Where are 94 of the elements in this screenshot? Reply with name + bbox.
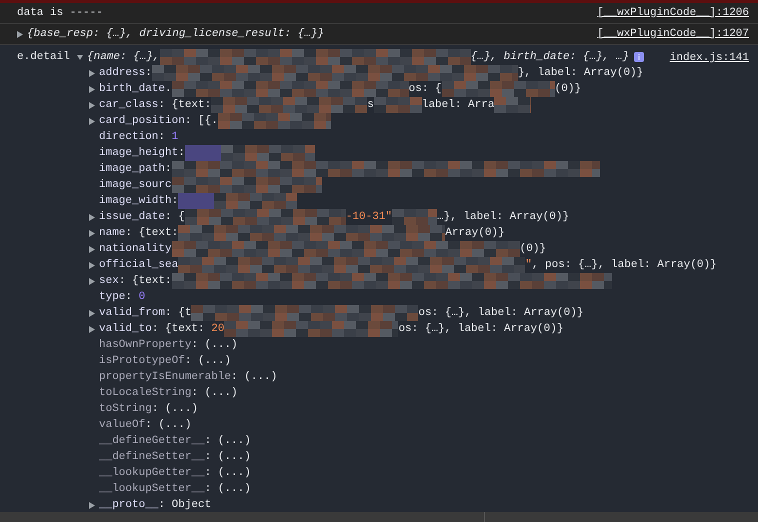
value-text: label: Arra — [422, 98, 494, 113]
property-key[interactable]: hasOwnProperty — [99, 336, 192, 354]
log-message: data is ----- — [17, 6, 103, 21]
property-key[interactable]: sex — [99, 272, 119, 290]
value-text: : (...) — [231, 370, 278, 385]
value-text: : (...) — [204, 482, 251, 497]
property-key[interactable]: __defineGetter__ — [99, 432, 205, 450]
value-text: (0)} — [554, 82, 582, 97]
property-key[interactable]: birth_date — [99, 80, 166, 98]
source-link[interactable]: [__wxPluginCode__]:1206 — [597, 4, 749, 22]
value-text: : (...) — [204, 466, 251, 481]
property-key[interactable]: issue_date — [99, 208, 166, 226]
value-text: Array(0)} — [445, 226, 505, 241]
value-text: 0 — [138, 290, 146, 305]
expand-triangle-icon[interactable] — [89, 118, 95, 124]
value-text: {name: {…}, — [87, 50, 160, 65]
expression-label: e.detail — [17, 51, 70, 63]
property-key[interactable]: image_sourc — [99, 176, 172, 194]
info-icon[interactable] — [634, 52, 644, 62]
value-text: , pos: {…}, label: Array(0)} — [532, 258, 717, 273]
expand-triangle-icon[interactable] — [89, 246, 95, 252]
property-key[interactable]: __defineSetter__ — [99, 448, 205, 466]
property-key[interactable]: nationality — [99, 240, 172, 258]
value-text: os: {…}, label: Array(0)} — [418, 306, 584, 321]
expand-triangle-icon[interactable] — [89, 214, 95, 220]
expand-triangle-icon[interactable] — [89, 102, 95, 108]
expand-triangle-icon[interactable] — [89, 278, 95, 284]
value-text: : (...) — [184, 354, 232, 369]
expand-triangle-icon[interactable] — [89, 502, 95, 508]
value-text: (0)} — [520, 242, 546, 257]
value-text: : {text: — [118, 274, 172, 289]
value-text: -10-31" — [346, 210, 392, 225]
value-text: : (...) — [191, 338, 238, 353]
property-key[interactable]: toLocaleString — [99, 384, 192, 402]
value-text: : (...) — [191, 386, 238, 401]
source-link[interactable]: index.js:141 — [670, 50, 749, 66]
collapse-triangle-icon[interactable] — [77, 54, 83, 60]
property-key[interactable]: __proto__ — [99, 496, 158, 514]
value-text: : {t — [165, 306, 192, 321]
property-key[interactable]: card_position — [99, 112, 185, 130]
property-key[interactable]: image_height — [99, 144, 178, 162]
property-key[interactable]: __lookupGetter__ — [99, 464, 205, 482]
value-text: " — [525, 258, 532, 273]
value-text: }, label: Array(0)} — [518, 66, 644, 81]
value-text: : [{. — [184, 114, 218, 129]
value-text: Object — [172, 498, 212, 513]
expand-triangle-icon[interactable] — [17, 30, 23, 38]
expand-triangle-icon[interactable] — [89, 86, 95, 92]
property-key[interactable]: valid_from — [99, 304, 166, 322]
value-text: : (...) — [152, 402, 198, 417]
property-key[interactable]: name — [99, 224, 126, 242]
source-link[interactable]: [__wxPluginCode__]:1207 — [597, 26, 749, 42]
property-key[interactable]: official_sea — [99, 256, 178, 274]
object-preview[interactable]: {base_resp: {…}, driving_license_result: {…}} — [27, 26, 324, 42]
value-text: os: {…}, label: Array(0)} — [398, 322, 564, 337]
value-text: : { — [165, 210, 185, 225]
value-text: : — [165, 162, 172, 177]
value-text: . — [165, 82, 172, 97]
value-text: : — [178, 146, 185, 161]
value-text: : — [125, 290, 134, 305]
value-text: : {text: — [158, 98, 212, 113]
value-text: : — [172, 194, 178, 209]
property-key[interactable]: direction — [99, 128, 158, 146]
property-key[interactable]: valueOf — [99, 416, 146, 434]
horizontal-scrollbar[interactable] — [0, 512, 758, 522]
expand-triangle-icon[interactable] — [89, 70, 95, 76]
value-text: 20 — [211, 322, 224, 337]
expand-triangle-icon[interactable] — [89, 230, 95, 236]
expand-triangle-icon[interactable] — [89, 262, 95, 268]
value-text: 1 — [172, 130, 178, 145]
value-text: os: { — [408, 82, 442, 97]
property-key[interactable]: type — [99, 288, 126, 306]
property-key[interactable]: valid_to — [99, 320, 152, 338]
value-text: : — [158, 498, 166, 513]
value-text: : — [145, 66, 152, 81]
property-key[interactable]: isPrototypeOf — [99, 352, 185, 370]
value-text: : (...) — [204, 434, 251, 449]
value-text: : {text: — [125, 226, 178, 241]
expand-triangle-icon[interactable] — [89, 310, 95, 316]
value-text: {…}, birth_date: {…}, …} — [470, 50, 630, 65]
property-key[interactable]: image_path — [99, 160, 166, 178]
property-key[interactable]: toString — [99, 400, 152, 418]
value-text: : (...) — [204, 450, 251, 465]
property-key[interactable]: address — [99, 64, 146, 82]
property-key[interactable]: image_width — [99, 192, 172, 210]
property-key[interactable]: __lookupSetter__ — [99, 480, 205, 498]
value-text: …}, label: Array(0)} — [437, 210, 570, 225]
value-text: : — [158, 130, 166, 145]
property-key[interactable]: car_class — [99, 96, 158, 114]
value-text: : (...) — [145, 418, 192, 433]
expand-triangle-icon[interactable] — [89, 326, 95, 332]
value-text: : {text: — [152, 322, 206, 337]
property-key[interactable]: propertyIsEnumerable — [99, 368, 232, 386]
value-text: s — [367, 98, 374, 113]
